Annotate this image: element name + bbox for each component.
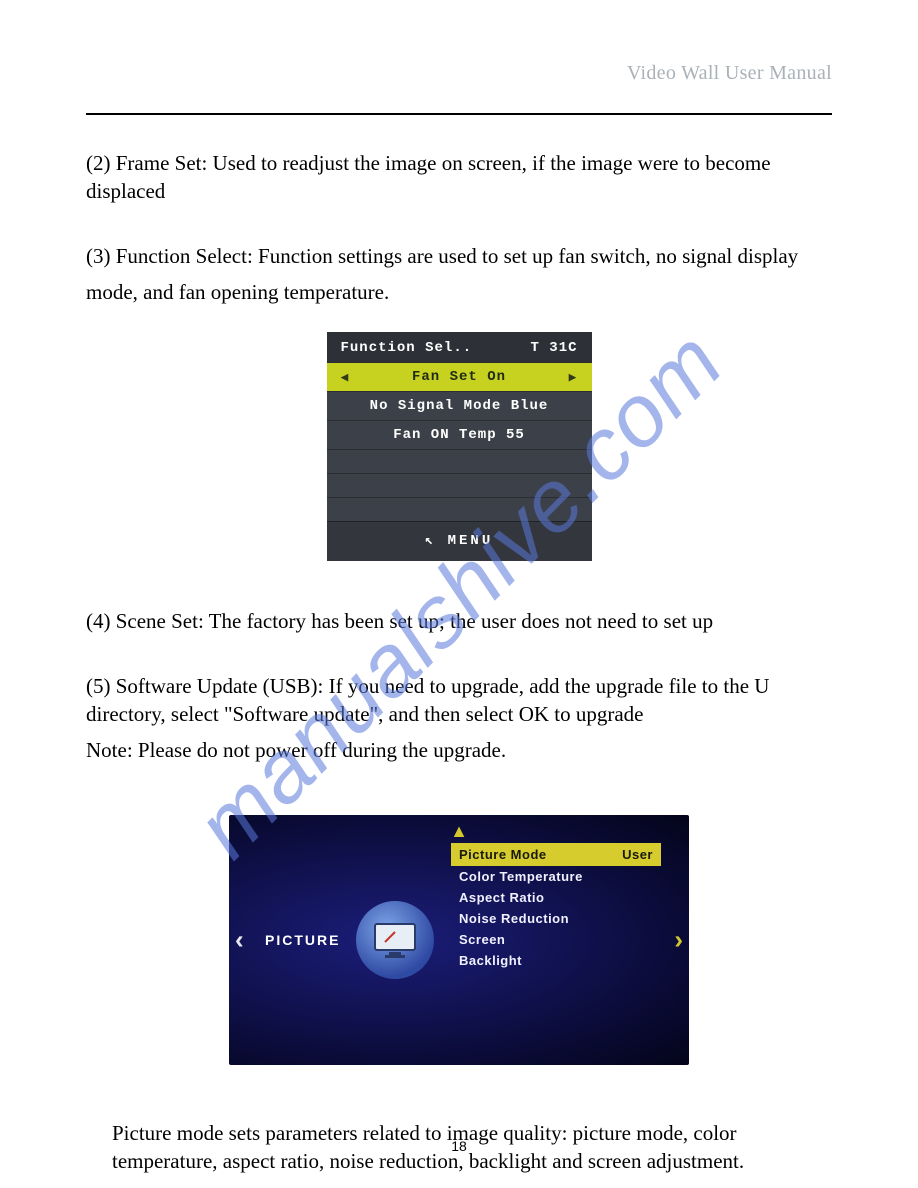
menu-item-label: Picture Mode [459, 847, 547, 862]
menu-footer[interactable]: ↖ MENU [327, 521, 592, 561]
para-software-update: (5) Software Update (USB): If you need t… [86, 672, 832, 729]
para-scene-set: (4) Scene Set: The factory has been set … [86, 607, 832, 635]
menu-item-color-temperature[interactable]: Color Temperature [459, 866, 661, 887]
menu-item-empty [327, 473, 592, 497]
para-frame-set: (2) Frame Set: Used to readjust the imag… [86, 149, 832, 206]
header-title: Video Wall User Manual [86, 62, 832, 85]
menu-title: Function Sel.. [341, 340, 473, 356]
menu-item-empty [327, 449, 592, 473]
menu-item-noise-reduction[interactable]: Noise Reduction [459, 908, 661, 929]
menu-item-value: User [622, 847, 653, 862]
picture-menu-list: Picture Mode User Color Temperature Aspe… [459, 843, 661, 971]
menu-item-picture-mode[interactable]: Picture Mode User [451, 843, 661, 866]
menu-item-aspect-ratio[interactable]: Aspect Ratio [459, 887, 661, 908]
menu-item-no-signal[interactable]: No Signal Mode Blue [327, 391, 592, 420]
menu-item-label: Fan Set On [412, 369, 506, 385]
menu-item-empty [327, 497, 592, 521]
menu-item-backlight[interactable]: Backlight [459, 950, 661, 971]
para-software-update-note: Note: Please do not power off during the… [86, 736, 832, 764]
picture-menu: ▲ ‹ › PICTURE Picture Mode User [229, 815, 689, 1065]
arrow-left-icon: ◀ [341, 370, 350, 385]
triangle-up-icon: ▲ [450, 821, 468, 842]
para-function-select-a: (3) Function Select: Function settings a… [86, 242, 832, 270]
menu-item-fan-set[interactable]: ◀ Fan Set On ▶ [327, 362, 592, 391]
para-function-select-b: mode, and fan opening temperature. [86, 278, 832, 306]
arrow-right-icon: ▶ [569, 370, 578, 385]
monitor-icon [356, 901, 434, 979]
menu-header: Function Sel.. T 31C [327, 332, 592, 362]
menu-item-screen[interactable]: Screen [459, 929, 661, 950]
menu-item-fan-temp[interactable]: Fan ON Temp 55 [327, 420, 592, 449]
function-select-menu: Function Sel.. T 31C ◀ Fan Set On ▶ No S… [327, 332, 592, 561]
nav-right-icon[interactable]: › [674, 924, 683, 955]
divider [86, 113, 832, 115]
picture-section-label: PICTURE [265, 932, 340, 948]
picture-section-left: PICTURE [239, 815, 439, 1065]
menu-footer-label: MENU [448, 533, 494, 549]
menu-temperature: T 31C [530, 340, 577, 356]
back-arrow-icon: ↖ [425, 533, 436, 549]
page-number: 18 [451, 1138, 467, 1154]
